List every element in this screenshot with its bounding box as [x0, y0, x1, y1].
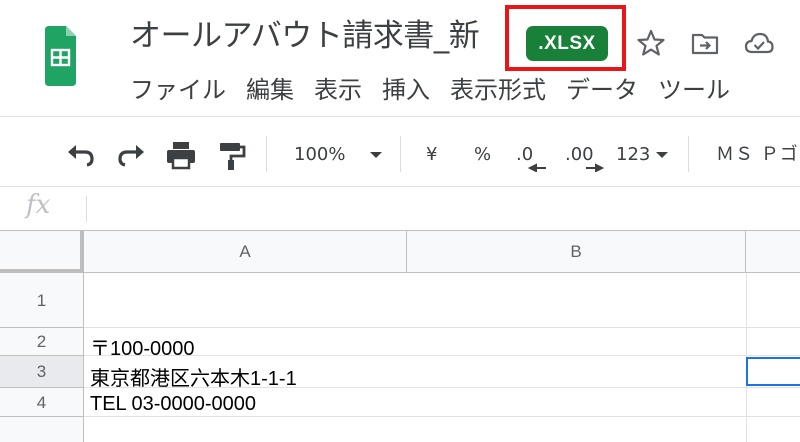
- row-header[interactable]: 2: [0, 328, 84, 356]
- row-header[interactable]: 1: [0, 273, 84, 328]
- document-title[interactable]: オールアバウト請求書_新: [130, 14, 480, 58]
- arrow-left-icon: [527, 163, 546, 172]
- menu-view[interactable]: 表示: [314, 72, 362, 108]
- star-icon[interactable]: [636, 28, 666, 58]
- row-gridline: [84, 327, 800, 328]
- arrow-right-icon: [586, 163, 605, 172]
- formula-bar-separator: [86, 196, 87, 222]
- row-header[interactable]: 4: [0, 388, 84, 417]
- chevron-down-icon[interactable]: [654, 138, 670, 172]
- percent-format-button[interactable]: %: [474, 138, 491, 172]
- move-to-folder-icon[interactable]: [690, 28, 720, 58]
- cloud-status-icon[interactable]: [744, 28, 774, 58]
- column-header-a[interactable]: A: [84, 231, 407, 273]
- menu-tools[interactable]: ツール: [658, 72, 730, 108]
- sheets-logo-icon[interactable]: [42, 24, 78, 88]
- column-header-b[interactable]: B: [407, 231, 746, 273]
- menu-data[interactable]: データ: [566, 72, 638, 108]
- undo-icon[interactable]: [64, 138, 98, 172]
- selected-cell[interactable]: [746, 357, 800, 386]
- cell-a2[interactable]: 〒100-0000: [90, 332, 195, 361]
- row-header[interactable]: [0, 417, 84, 442]
- select-all-corner[interactable]: [0, 231, 84, 273]
- cell-a3[interactable]: 東京都港区六本木1-1-1: [90, 362, 297, 391]
- zoom-select[interactable]: 100%: [294, 138, 345, 172]
- menu-bar: ファイル 編集 表示 挿入 表示形式 データ ツール: [130, 72, 750, 108]
- toolbar-separator: [400, 136, 401, 172]
- chevron-down-icon[interactable]: [368, 138, 384, 172]
- menu-format[interactable]: 表示形式: [450, 72, 546, 108]
- highlight-box: [505, 5, 626, 71]
- menu-edit[interactable]: 編集: [246, 72, 294, 108]
- redo-icon[interactable]: [114, 138, 148, 172]
- toolbar-divider: [0, 116, 800, 117]
- menu-file[interactable]: ファイル: [130, 72, 226, 108]
- number-format-select[interactable]: 123: [616, 138, 650, 172]
- column-header-c[interactable]: [746, 231, 800, 273]
- print-icon[interactable]: [164, 138, 198, 172]
- menu-insert[interactable]: 挿入: [382, 72, 430, 108]
- formula-bar-divider: [0, 186, 800, 187]
- fx-icon: fx: [26, 190, 51, 220]
- toolbar-separator: [688, 136, 689, 172]
- toolbar-separator: [266, 136, 267, 172]
- currency-format-button[interactable]: ¥: [426, 138, 437, 172]
- formula-input[interactable]: [96, 192, 796, 226]
- row-gridline: [84, 416, 800, 417]
- paint-format-icon[interactable]: [216, 138, 246, 172]
- row-header[interactable]: 3: [0, 356, 84, 388]
- font-select[interactable]: ＭＳ Ｐゴ: [716, 138, 799, 172]
- cell-a4[interactable]: TEL 03-0000-0000: [90, 393, 256, 416]
